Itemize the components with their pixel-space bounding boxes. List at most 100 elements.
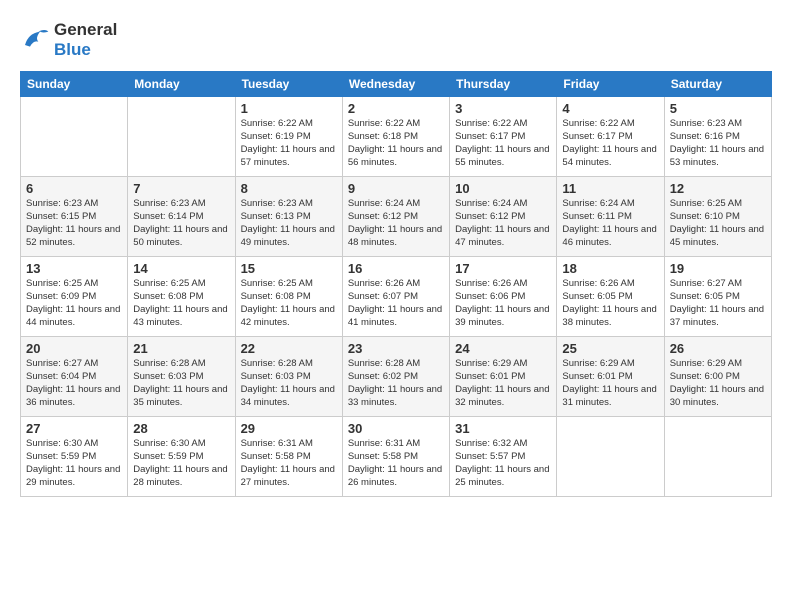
calendar-cell: 21 Sunrise: 6:28 AMSunset: 6:03 PMDayligh…	[128, 337, 235, 417]
logo: General Blue	[20, 20, 117, 59]
calendar-cell: 14 Sunrise: 6:25 AMSunset: 6:08 PMDayligh…	[128, 257, 235, 337]
calendar-cell: 26Sunrise: 6:29 AMSunset: 6:00 PMDayligh…	[664, 337, 771, 417]
weekday-header-thursday: Thursday	[450, 72, 557, 97]
calendar-cell: 31 Sunrise: 6:32 AMSunset: 5:57 PMDayligh…	[450, 417, 557, 497]
day-number: 23	[348, 341, 444, 356]
weekday-header-sunday: Sunday	[21, 72, 128, 97]
calendar-table: SundayMondayTuesdayWednesdayThursdayFrid…	[20, 71, 772, 497]
day-number: 21	[133, 341, 229, 356]
day-number: 5	[670, 101, 766, 116]
calendar-cell: 8 Sunrise: 6:23 AMSunset: 6:13 PMDaylight…	[235, 177, 342, 257]
day-number: 16	[348, 261, 444, 276]
day-number: 24	[455, 341, 551, 356]
day-number: 9	[348, 181, 444, 196]
weekday-header-row: SundayMondayTuesdayWednesdayThursdayFrid…	[21, 72, 772, 97]
cell-info: Sunrise: 6:26 AMSunset: 6:05 PMDaylight:…	[562, 278, 658, 329]
cell-info: Sunrise: 6:22 AMSunset: 6:17 PMDaylight:…	[562, 118, 658, 169]
calendar-cell: 3 Sunrise: 6:22 AMSunset: 6:17 PMDaylight…	[450, 97, 557, 177]
cell-info: Sunrise: 6:25 AMSunset: 6:08 PMDaylight:…	[241, 278, 337, 329]
calendar-cell: 1Sunrise: 6:22 AMSunset: 6:19 PMDaylight…	[235, 97, 342, 177]
day-number: 25	[562, 341, 658, 356]
cell-info: Sunrise: 6:25 AMSunset: 6:08 PMDaylight:…	[133, 278, 229, 329]
calendar-week-row: 6Sunrise: 6:23 AMSunset: 6:15 PMDaylight…	[21, 177, 772, 257]
calendar-cell: 2 Sunrise: 6:22 AMSunset: 6:18 PMDaylight…	[342, 97, 449, 177]
day-number: 11	[562, 181, 658, 196]
cell-info: Sunrise: 6:28 AMSunset: 6:03 PMDaylight:…	[133, 358, 229, 409]
calendar-cell: 16 Sunrise: 6:26 AMSunset: 6:07 PMDayligh…	[342, 257, 449, 337]
day-number: 30	[348, 421, 444, 436]
calendar-week-row: 27 Sunrise: 6:30 AMSunset: 5:59 PMDayligh…	[21, 417, 772, 497]
cell-info: Sunrise: 6:22 AMSunset: 6:17 PMDaylight:…	[455, 118, 551, 169]
weekday-header-wednesday: Wednesday	[342, 72, 449, 97]
cell-info: Sunrise: 6:26 AMSunset: 6:06 PMDaylight:…	[455, 278, 551, 329]
calendar-cell: 12 Sunrise: 6:25 AMSunset: 6:10 PMDayligh…	[664, 177, 771, 257]
cell-info: Sunrise: 6:28 AMSunset: 6:03 PMDaylight:…	[241, 358, 337, 409]
day-number: 14	[133, 261, 229, 276]
day-number: 12	[670, 181, 766, 196]
day-number: 13	[26, 261, 122, 276]
day-number: 2	[348, 101, 444, 116]
calendar-week-row: 20 Sunrise: 6:27 AMSunset: 6:04 PMDayligh…	[21, 337, 772, 417]
day-number: 4	[562, 101, 658, 116]
calendar-cell: 25 Sunrise: 6:29 AMSunset: 6:01 PMDayligh…	[557, 337, 664, 417]
calendar-cell: 11 Sunrise: 6:24 AMSunset: 6:11 PMDayligh…	[557, 177, 664, 257]
cell-info: Sunrise: 6:25 AMSunset: 6:09 PMDaylight:…	[26, 278, 122, 329]
page: General Blue SundayMondayTuesdayWednesda…	[0, 0, 792, 612]
day-number: 6	[26, 181, 122, 196]
weekday-header-friday: Friday	[557, 72, 664, 97]
logo-icon	[20, 25, 50, 55]
cell-info: Sunrise: 6:30 AMSunset: 5:59 PMDaylight:…	[26, 438, 122, 489]
cell-info: Sunrise: 6:24 AMSunset: 6:12 PMDaylight:…	[455, 198, 551, 249]
calendar-week-row: 13 Sunrise: 6:25 AMSunset: 6:09 PMDayligh…	[21, 257, 772, 337]
cell-info: Sunrise: 6:23 AMSunset: 6:13 PMDaylight:…	[241, 198, 337, 249]
calendar-cell: 4 Sunrise: 6:22 AMSunset: 6:17 PMDaylight…	[557, 97, 664, 177]
day-number: 20	[26, 341, 122, 356]
calendar-cell	[557, 417, 664, 497]
cell-info: Sunrise: 6:24 AMSunset: 6:11 PMDaylight:…	[562, 198, 658, 249]
cell-info: Sunrise: 6:27 AMSunset: 6:05 PMDaylight:…	[670, 278, 766, 329]
calendar-cell: 30 Sunrise: 6:31 AMSunset: 5:58 PMDayligh…	[342, 417, 449, 497]
cell-info: Sunrise: 6:31 AMSunset: 5:58 PMDaylight:…	[348, 438, 444, 489]
cell-info: Sunrise: 6:29 AMSunset: 6:01 PMDaylight:…	[562, 358, 658, 409]
cell-info: Sunrise: 6:29 AMSunset: 6:01 PMDaylight:…	[455, 358, 551, 409]
cell-info: Sunrise: 6:31 AMSunset: 5:58 PMDaylight:…	[241, 438, 337, 489]
cell-info: Sunrise: 6:22 AMSunset: 6:19 PMDaylight:…	[241, 118, 337, 169]
day-number: 18	[562, 261, 658, 276]
day-number: 31	[455, 421, 551, 436]
calendar-cell: 23 Sunrise: 6:28 AMSunset: 6:02 PMDayligh…	[342, 337, 449, 417]
cell-info: Sunrise: 6:23 AMSunset: 6:14 PMDaylight:…	[133, 198, 229, 249]
day-number: 15	[241, 261, 337, 276]
day-number: 8	[241, 181, 337, 196]
cell-info: Sunrise: 6:25 AMSunset: 6:10 PMDaylight:…	[670, 198, 766, 249]
calendar-cell: 9Sunrise: 6:24 AMSunset: 6:12 PMDaylight…	[342, 177, 449, 257]
day-number: 27	[26, 421, 122, 436]
day-number: 22	[241, 341, 337, 356]
calendar-cell: 27 Sunrise: 6:30 AMSunset: 5:59 PMDayligh…	[21, 417, 128, 497]
calendar-cell: 20 Sunrise: 6:27 AMSunset: 6:04 PMDayligh…	[21, 337, 128, 417]
cell-info: Sunrise: 6:30 AMSunset: 5:59 PMDaylight:…	[133, 438, 229, 489]
calendar-week-row: 1Sunrise: 6:22 AMSunset: 6:19 PMDaylight…	[21, 97, 772, 177]
calendar-cell: 15 Sunrise: 6:25 AMSunset: 6:08 PMDayligh…	[235, 257, 342, 337]
calendar-cell: 18 Sunrise: 6:26 AMSunset: 6:05 PMDayligh…	[557, 257, 664, 337]
calendar-cell: 29 Sunrise: 6:31 AMSunset: 5:58 PMDayligh…	[235, 417, 342, 497]
cell-info: Sunrise: 6:22 AMSunset: 6:18 PMDaylight:…	[348, 118, 444, 169]
day-number: 3	[455, 101, 551, 116]
day-number: 28	[133, 421, 229, 436]
cell-info: Sunrise: 6:23 AMSunset: 6:16 PMDaylight:…	[670, 118, 766, 169]
logo-text: General Blue	[54, 20, 117, 59]
day-number: 7	[133, 181, 229, 196]
cell-info: Sunrise: 6:26 AMSunset: 6:07 PMDaylight:…	[348, 278, 444, 329]
cell-info: Sunrise: 6:28 AMSunset: 6:02 PMDaylight:…	[348, 358, 444, 409]
day-number: 17	[455, 261, 551, 276]
calendar-cell: 7 Sunrise: 6:23 AMSunset: 6:14 PMDaylight…	[128, 177, 235, 257]
weekday-header-saturday: Saturday	[664, 72, 771, 97]
cell-info: Sunrise: 6:32 AMSunset: 5:57 PMDaylight:…	[455, 438, 551, 489]
calendar-cell: 13 Sunrise: 6:25 AMSunset: 6:09 PMDayligh…	[21, 257, 128, 337]
weekday-header-tuesday: Tuesday	[235, 72, 342, 97]
calendar-cell	[128, 97, 235, 177]
day-number: 19	[670, 261, 766, 276]
day-number: 29	[241, 421, 337, 436]
calendar-cell: 10Sunrise: 6:24 AMSunset: 6:12 PMDayligh…	[450, 177, 557, 257]
day-number: 26	[670, 341, 766, 356]
cell-info: Sunrise: 6:27 AMSunset: 6:04 PMDaylight:…	[26, 358, 122, 409]
